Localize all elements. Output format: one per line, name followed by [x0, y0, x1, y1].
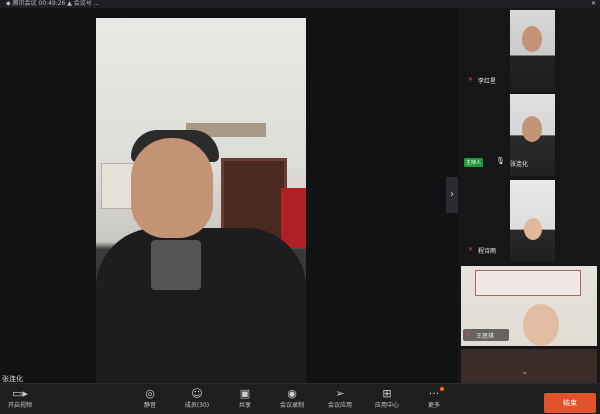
participant-label: ✕ 李红星	[462, 74, 510, 86]
app-center-button[interactable]: ⊞ 应用中心	[367, 387, 407, 410]
record-button[interactable]: ◉ 会议录制	[272, 387, 312, 410]
send-icon: ➢	[335, 387, 345, 400]
mute-button[interactable]: ◎ 静音	[130, 387, 170, 410]
window-title-bar: ◆ 腾讯会议 00:49:26 ▲ 会议号 ... ✕	[0, 0, 600, 8]
meeting-info: ◆ 腾讯会议 00:49:26 ▲ 会议号 ...	[6, 0, 100, 7]
close-icon[interactable]: ✕	[591, 0, 596, 8]
speaker-body	[96, 228, 306, 391]
participant-sidebar: ✕ 李红星 主持人 🎙 张连化 ✕ 程诗雨 ✕ 王思琪	[458, 8, 600, 383]
muted-mic-icon: ✕	[468, 246, 474, 253]
participant-face	[523, 304, 559, 346]
participant-face	[524, 218, 542, 240]
members-icon: ☺	[191, 387, 203, 400]
notification-dot	[440, 387, 444, 391]
main-video-stage: 张连化	[0, 8, 458, 391]
camera-icon: ▭▸	[12, 387, 28, 400]
speaker-sweater	[151, 240, 201, 290]
muted-mic-icon: ✕	[466, 331, 472, 338]
collapse-sidebar-button[interactable]: ›	[446, 177, 458, 213]
participant-name: 王思琪	[476, 333, 495, 340]
participant-name: 李红星	[478, 78, 497, 85]
participant-label: ✕ 王思琪	[463, 329, 509, 341]
record-icon: ◉	[287, 387, 297, 400]
grid-icon: ⊞	[382, 387, 392, 400]
share-button[interactable]: ▣ 共享	[225, 387, 265, 410]
banner	[475, 270, 581, 296]
share-screen-icon: ▣	[239, 387, 251, 400]
muted-mic-icon: ✕	[468, 76, 474, 83]
apps-button[interactable]: ➢ 会议应用	[320, 387, 360, 410]
video-button[interactable]: ▭▸ 开启视频	[0, 387, 40, 410]
participant-tile[interactable]	[510, 10, 555, 92]
participant-tile[interactable]	[461, 349, 597, 383]
more-button[interactable]: ··· 更多	[414, 387, 454, 410]
participant-face	[522, 116, 542, 142]
host-badge: 主持人	[464, 158, 484, 167]
participant-name: 程诗雨	[478, 248, 497, 255]
speaker-face	[131, 138, 213, 238]
members-button[interactable]: ☺ 成员(30)	[177, 387, 217, 410]
chevron-down-icon[interactable]: ⌄	[521, 367, 529, 377]
chevron-right-icon: ›	[450, 189, 454, 200]
more-icon: ···	[428, 387, 440, 400]
participant-name: 张连化	[510, 161, 529, 168]
wall-picture	[101, 163, 135, 209]
user-mic-icon: ◎	[145, 387, 155, 400]
participant-face	[522, 26, 542, 52]
end-meeting-button[interactable]: 结束	[544, 393, 596, 413]
red-cloth	[281, 188, 306, 248]
bottom-toolbar: ▭▸ 开启视频 ◎ 静音 ☺ 成员(30) ▣ 共享 ◉ 会议录制 ➢ 会议应用…	[0, 383, 600, 414]
mic-icon: 🎙	[496, 157, 505, 165]
participant-tile[interactable]	[510, 180, 555, 262]
main-video[interactable]	[96, 18, 306, 391]
